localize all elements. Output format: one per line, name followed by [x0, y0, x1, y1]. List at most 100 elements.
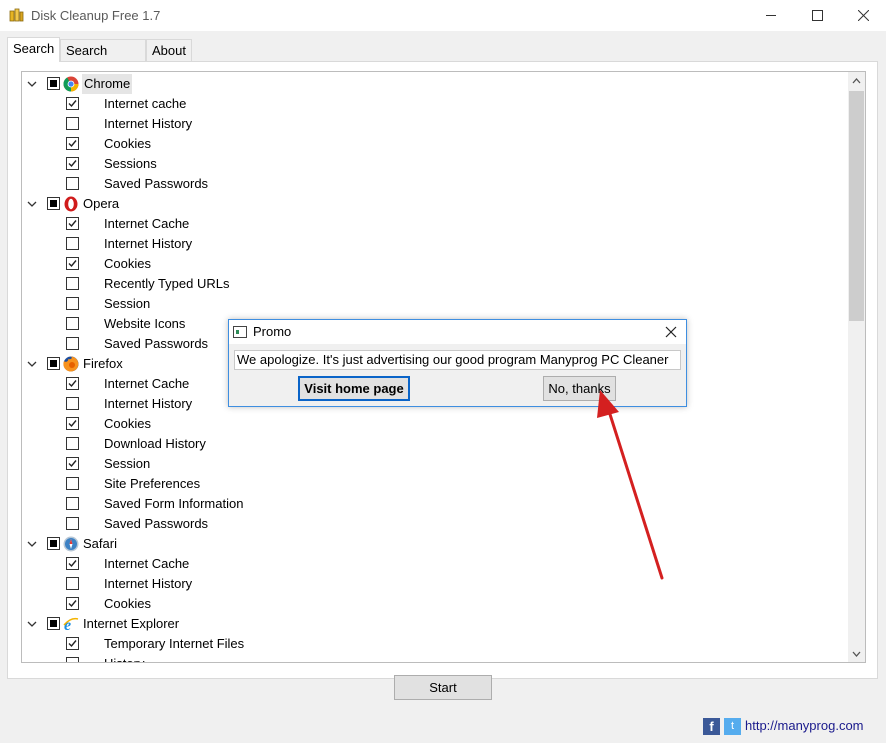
- tree-item[interactable]: Internet History: [22, 234, 848, 254]
- tree-item[interactable]: Sessions: [22, 154, 848, 174]
- tree-item-label: Internet History: [104, 234, 192, 254]
- item-checkbox[interactable]: [66, 157, 79, 170]
- tree-item[interactable]: Site Preferences: [22, 474, 848, 494]
- tree-item-label: Temporary Internet Files: [104, 634, 244, 654]
- scroll-up-button[interactable]: [848, 72, 865, 89]
- scroll-down-button[interactable]: [848, 645, 865, 662]
- item-checkbox[interactable]: [66, 457, 79, 470]
- tree-item-label: Recently Typed URLs: [104, 274, 230, 294]
- opera-icon: [63, 196, 79, 212]
- tree-node-chrome[interactable]: Chrome: [22, 74, 848, 94]
- no-thanks-button[interactable]: No, thanks: [543, 376, 616, 401]
- tree-item[interactable]: Session: [22, 294, 848, 314]
- tree-item[interactable]: Recently Typed URLs: [22, 274, 848, 294]
- maximize-button[interactable]: [794, 0, 840, 31]
- tree-item[interactable]: Internet cache: [22, 94, 848, 114]
- promo-title: Promo: [253, 324, 291, 339]
- tree-item-label: Session: [104, 454, 150, 474]
- tree-node-safari[interactable]: Safari: [22, 534, 848, 554]
- item-checkbox[interactable]: [66, 557, 79, 570]
- item-checkbox[interactable]: [66, 117, 79, 130]
- tree-node-internet-explorer[interactable]: eInternet Explorer: [22, 614, 848, 634]
- promo-message-field[interactable]: We apologize. It's just advertising our …: [234, 350, 681, 370]
- tree-item[interactable]: Cookies: [22, 594, 848, 614]
- item-checkbox[interactable]: [66, 137, 79, 150]
- item-checkbox[interactable]: [66, 277, 79, 290]
- item-checkbox[interactable]: [66, 377, 79, 390]
- window-icon: [233, 326, 247, 338]
- scroll-thumb[interactable]: [849, 91, 864, 321]
- tree-item[interactable]: Internet Cache: [22, 554, 848, 574]
- visit-home-page-button[interactable]: Visit home page: [298, 376, 410, 401]
- tree-item[interactable]: History: [22, 654, 848, 663]
- tree-item-label: Saved Form Information: [104, 494, 243, 514]
- tree-item-label: Session: [104, 294, 150, 314]
- item-checkbox[interactable]: [66, 597, 79, 610]
- item-checkbox[interactable]: [66, 497, 79, 510]
- item-checkbox[interactable]: [66, 177, 79, 190]
- item-checkbox[interactable]: [66, 237, 79, 250]
- item-checkbox[interactable]: [66, 437, 79, 450]
- tree-item[interactable]: Cookies: [22, 254, 848, 274]
- checkmark-icon: [68, 599, 77, 608]
- item-checkbox[interactable]: [66, 577, 79, 590]
- tristate-checkbox[interactable]: [47, 617, 60, 630]
- tab-search-result[interactable]: Search result: [60, 39, 146, 61]
- tree-item[interactable]: Internet Cache: [22, 214, 848, 234]
- tree-node-label: Internet Explorer: [83, 614, 179, 634]
- item-checkbox[interactable]: [66, 317, 79, 330]
- chevron-down-icon[interactable]: [27, 199, 37, 209]
- checkmark-icon: [68, 419, 77, 428]
- close-icon: [858, 10, 869, 21]
- item-checkbox[interactable]: [66, 97, 79, 110]
- tristate-checkbox[interactable]: [47, 537, 60, 550]
- tree-item[interactable]: Cookies: [22, 134, 848, 154]
- tree-item[interactable]: Saved Passwords: [22, 174, 848, 194]
- minimize-button[interactable]: [748, 0, 794, 31]
- item-checkbox[interactable]: [66, 297, 79, 310]
- tab-about[interactable]: About: [146, 39, 192, 61]
- tree-item[interactable]: Session: [22, 454, 848, 474]
- tab-search[interactable]: Search: [7, 37, 60, 62]
- tree-item-label: Saved Passwords: [104, 174, 208, 194]
- item-checkbox[interactable]: [66, 657, 79, 663]
- facebook-icon[interactable]: f: [703, 718, 720, 735]
- tree-item-label: Internet History: [104, 394, 192, 414]
- tree-item-label: Saved Passwords: [104, 514, 208, 534]
- tree-item-label: Website Icons: [104, 314, 185, 334]
- tree-item[interactable]: Saved Passwords: [22, 514, 848, 534]
- tree-item[interactable]: Saved Form Information: [22, 494, 848, 514]
- tree-item[interactable]: Cookies: [22, 414, 848, 434]
- item-checkbox[interactable]: [66, 637, 79, 650]
- chevron-down-icon[interactable]: [27, 79, 37, 89]
- tristate-checkbox[interactable]: [47, 357, 60, 370]
- item-checkbox[interactable]: [66, 417, 79, 430]
- chevron-up-icon: [852, 78, 861, 84]
- close-icon[interactable]: [663, 324, 679, 340]
- tree-node-opera[interactable]: Opera: [22, 194, 848, 214]
- tree-item[interactable]: Download History: [22, 434, 848, 454]
- checkmark-icon: [68, 259, 77, 268]
- tristate-checkbox[interactable]: [47, 197, 60, 210]
- tree-item[interactable]: Internet History: [22, 114, 848, 134]
- minimize-icon: [766, 10, 777, 21]
- checkmark-icon: [68, 139, 77, 148]
- tristate-checkbox[interactable]: [47, 77, 60, 90]
- tree-item[interactable]: Temporary Internet Files: [22, 634, 848, 654]
- item-checkbox[interactable]: [66, 397, 79, 410]
- item-checkbox[interactable]: [66, 217, 79, 230]
- promo-dialog: Promo We apologize. It's just advertisin…: [228, 319, 687, 407]
- close-button[interactable]: [840, 0, 886, 31]
- start-button[interactable]: Start: [394, 675, 492, 700]
- website-link[interactable]: http://manyprog.com: [745, 718, 864, 733]
- twitter-icon[interactable]: t: [724, 718, 741, 735]
- item-checkbox[interactable]: [66, 337, 79, 350]
- chevron-down-icon[interactable]: [27, 539, 37, 549]
- vertical-scrollbar[interactable]: [848, 72, 865, 662]
- tree-item[interactable]: Internet History: [22, 574, 848, 594]
- item-checkbox[interactable]: [66, 477, 79, 490]
- item-checkbox[interactable]: [66, 517, 79, 530]
- item-checkbox[interactable]: [66, 257, 79, 270]
- chevron-down-icon[interactable]: [27, 359, 37, 369]
- chevron-down-icon[interactable]: [27, 619, 37, 629]
